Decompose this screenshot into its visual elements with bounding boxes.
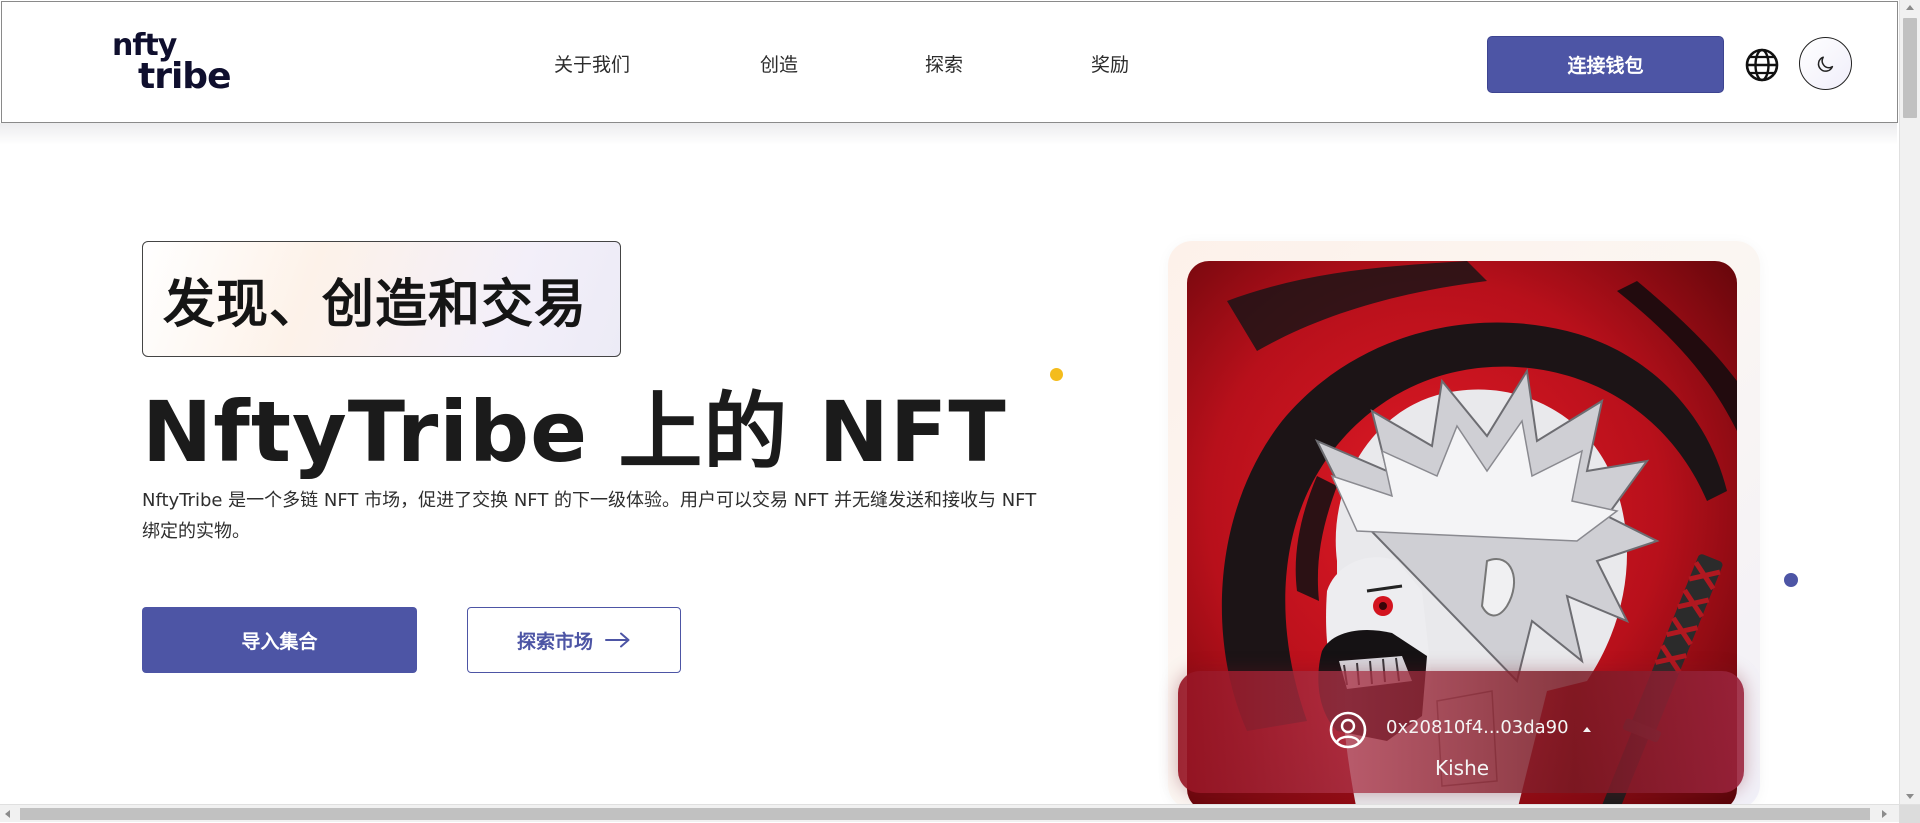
nav-create[interactable]: 创造 bbox=[760, 50, 798, 77]
connect-wallet-button[interactable]: 连接钱包 bbox=[1487, 36, 1724, 93]
scroll-left-arrow-icon[interactable] bbox=[5, 810, 10, 818]
user-avatar-icon bbox=[1329, 711, 1367, 749]
logo-text-bottom: tribe bbox=[138, 56, 231, 97]
caret-up-icon[interactable] bbox=[1583, 727, 1591, 732]
scroll-down-arrow-icon[interactable] bbox=[1906, 794, 1914, 799]
site-header: nfty tribe 关于我们 创造 探索 奖励 连接钱包 bbox=[1, 1, 1898, 123]
scroll-up-arrow-icon[interactable] bbox=[1906, 5, 1914, 10]
horizontal-scrollbar[interactable] bbox=[0, 804, 1920, 823]
hero-description: NftyTribe 是一个多链 NFT 市场，促进了交换 NFT 的下一级体验。… bbox=[142, 490, 1037, 542]
hero-tagline-box: 发现、创造和交易 bbox=[142, 241, 621, 357]
decorative-dot-yellow bbox=[1050, 368, 1063, 381]
nftytribe-logo[interactable]: nfty tribe bbox=[112, 28, 231, 97]
moon-icon bbox=[1817, 55, 1833, 72]
arrow-right-icon bbox=[605, 632, 630, 648]
nav-rewards[interactable]: 奖励 bbox=[1091, 50, 1129, 77]
nav-explore[interactable]: 探索 bbox=[925, 50, 963, 77]
nav-about-us[interactable]: 关于我们 bbox=[554, 50, 630, 77]
decorative-dot-blue bbox=[1784, 573, 1798, 587]
hero-title: NftyTribe 上的 NFT bbox=[142, 383, 1007, 481]
globe-icon[interactable] bbox=[1744, 47, 1780, 83]
horizontal-scroll-thumb[interactable] bbox=[20, 808, 1870, 820]
hero-tagline: 发现、创造和交易 bbox=[163, 274, 588, 335]
header-shadow bbox=[0, 123, 1897, 145]
import-collection-button[interactable]: 导入集合 bbox=[142, 607, 417, 673]
owner-name: Kishe bbox=[1435, 756, 1490, 780]
vertical-scrollbar[interactable] bbox=[1899, 0, 1920, 804]
scrollbar-corner bbox=[1899, 805, 1920, 823]
vertical-scroll-thumb[interactable] bbox=[1903, 18, 1917, 118]
owner-wallet-address[interactable]: 0x20810f4...03da90 bbox=[1386, 717, 1569, 738]
theme-toggle-button[interactable] bbox=[1799, 37, 1852, 90]
scroll-right-arrow-icon[interactable] bbox=[1882, 810, 1887, 818]
explore-market-label: 探索市场 bbox=[516, 630, 593, 653]
explore-market-button[interactable]: 探索市场 bbox=[467, 607, 681, 673]
